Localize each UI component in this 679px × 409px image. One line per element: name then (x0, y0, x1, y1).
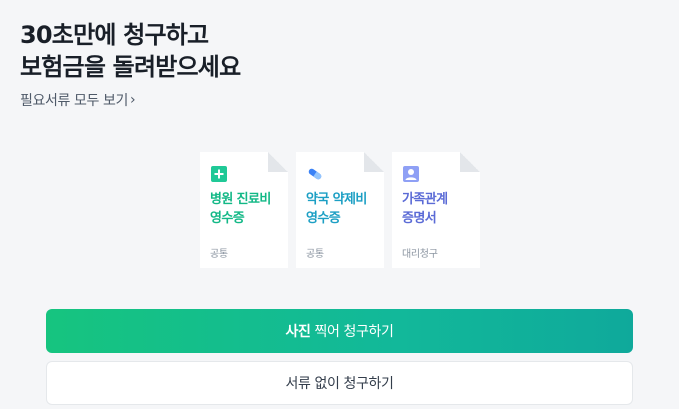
chevron-right-icon: › (129, 92, 136, 108)
document-card-tag: 공통 (210, 249, 228, 260)
page-fold (364, 152, 384, 172)
person-id-icon (403, 166, 419, 182)
plus-square-icon (211, 166, 227, 182)
document-card-hospital-receipt: 병원 진료비 영수증 공통 (200, 152, 288, 268)
photo-claim-label-rest: 찍어 청구하기 (310, 324, 394, 340)
pill-icon (308, 168, 322, 180)
required-documents-label: 필요서류 모두 보기 (20, 93, 128, 109)
document-card-title: 병원 진료비 영수증 (210, 192, 271, 226)
page-fold (460, 152, 480, 172)
headline-line-1: 30초만에 청구하고 (20, 21, 209, 49)
document-card-title: 가족관계 증명서 (402, 192, 448, 226)
document-card-pharmacy-receipt: 약국 약제비 영수증 공통 (296, 152, 384, 268)
document-card-tag: 대리청구 (402, 249, 438, 260)
headline: 30초만에 청구하고 보험금을 돌려받으세요 (20, 19, 241, 83)
document-card-tag: 공통 (306, 249, 324, 260)
document-card-family-certificate: 가족관계 증명서 대리청구 (392, 152, 480, 268)
headline-line-2: 보험금을 돌려받으세요 (20, 53, 241, 81)
document-cards: 병원 진료비 영수증 공통 약국 약제비 영수증 공통 가족관계 증명서 대리청… (200, 152, 480, 268)
page-fold (268, 152, 288, 172)
photo-claim-button[interactable]: 사진 찍어 청구하기 (46, 309, 633, 353)
photo-claim-label-bold: 사진 (285, 324, 311, 340)
required-documents-link[interactable]: 필요서류 모두 보기 › (20, 90, 136, 110)
claim-without-documents-button[interactable]: 서류 없이 청구하기 (46, 361, 633, 405)
document-card-title: 약국 약제비 영수증 (306, 192, 367, 226)
